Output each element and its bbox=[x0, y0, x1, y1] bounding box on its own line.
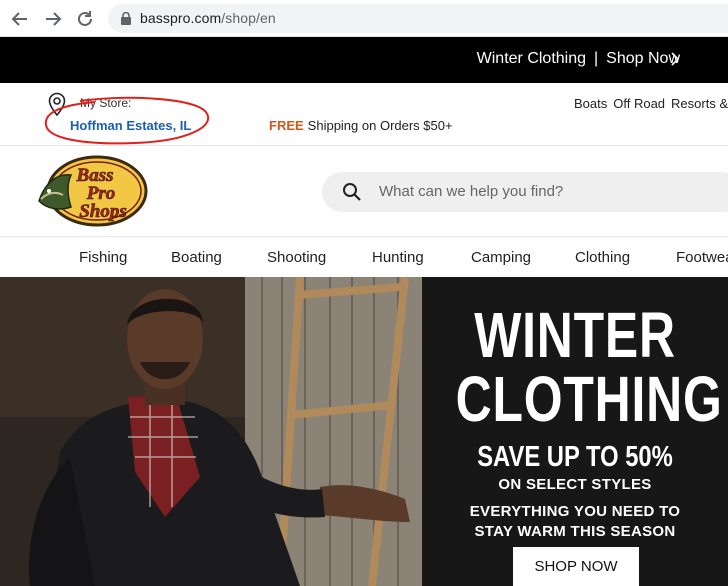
utility-bar: My Store: Hoffman Estates, IL FREE Shippi… bbox=[0, 83, 728, 146]
hero-discount: SAVE UP TO 50% bbox=[477, 441, 673, 473]
nav-item-camping[interactable]: Camping bbox=[471, 249, 531, 266]
top-links: Boats Off Road Resorts & bbox=[574, 96, 728, 111]
free-label: FREE bbox=[269, 118, 304, 133]
hero-text-panel: WINTER CLOTHING SAVE UP TO 50% ON SELECT… bbox=[422, 277, 728, 586]
nav-item-fishing[interactable]: Fishing bbox=[79, 249, 127, 266]
url-path: /shop/en bbox=[221, 10, 276, 26]
reload-button[interactable] bbox=[74, 8, 96, 30]
hero-headline-line1: WINTER bbox=[474, 299, 676, 371]
forward-button[interactable] bbox=[42, 8, 64, 30]
promo-text: Winter Clothing | Shop Now bbox=[477, 50, 680, 68]
search-icon[interactable] bbox=[342, 182, 362, 202]
url-domain: basspro.com bbox=[140, 10, 222, 26]
url-text: basspro.com/shop/en bbox=[140, 10, 276, 26]
promo-title[interactable]: Winter Clothing bbox=[477, 50, 586, 67]
nav-item-clothing[interactable]: Clothing bbox=[575, 249, 630, 266]
search-bar[interactable]: What can we help you find? bbox=[322, 172, 728, 212]
category-nav: Fishing Boating Shooting Hunting Camping… bbox=[0, 238, 728, 277]
hero-subtext-line2: STAY WARM THIS SEASON bbox=[474, 523, 676, 540]
search-input[interactable]: What can we help you find? bbox=[379, 183, 563, 200]
shipping-text: Shipping on Orders $50+ bbox=[307, 118, 453, 133]
reload-icon bbox=[78, 11, 92, 26]
top-link-boats[interactable]: Boats bbox=[574, 96, 607, 111]
nav-item-shooting[interactable]: Shooting bbox=[267, 249, 326, 266]
shop-now-button[interactable]: SHOP NOW bbox=[513, 547, 639, 586]
top-link-resorts[interactable]: Resorts & bbox=[671, 96, 728, 111]
page: basspro.com/shop/en Winter Clothing | Shop… bbox=[0, 0, 728, 586]
nav-item-footwear[interactable]: Footwea bbox=[676, 249, 728, 266]
bass-pro-shops-logo[interactable]: Bass Pro Shops bbox=[37, 153, 149, 229]
chevron-right-icon[interactable] bbox=[670, 51, 680, 67]
header-main: Bass Pro Shops What can we help you find… bbox=[0, 147, 728, 237]
promo-shop-now-link[interactable]: Shop Now bbox=[606, 50, 680, 67]
back-button[interactable] bbox=[9, 8, 31, 30]
promo-separator: | bbox=[594, 50, 599, 67]
nav-item-hunting[interactable]: Hunting bbox=[372, 249, 424, 266]
annotation-circle bbox=[44, 96, 210, 145]
browser-toolbar: basspro.com/shop/en bbox=[0, 0, 728, 37]
hero-subtext-line1: EVERYTHING YOU NEED TO bbox=[469, 503, 681, 520]
hero-select-styles: ON SELECT STYLES bbox=[498, 476, 652, 493]
address-bar[interactable]: basspro.com/shop/en bbox=[108, 4, 728, 33]
logo-shops: Shops bbox=[79, 201, 127, 222]
arrow-left-icon bbox=[11, 12, 27, 26]
lock-icon bbox=[121, 12, 131, 25]
shipping-promo: FREE Shipping on Orders $50+ bbox=[269, 118, 453, 133]
nav-item-boating[interactable]: Boating bbox=[171, 249, 222, 266]
hero-banner[interactable]: WINTER CLOTHING SAVE UP TO 50% ON SELECT… bbox=[0, 277, 728, 586]
promo-banner: Winter Clothing | Shop Now bbox=[0, 37, 728, 83]
hero-headline-line2: CLOTHING bbox=[455, 363, 723, 435]
top-link-off-road[interactable]: Off Road bbox=[613, 96, 665, 111]
hero-photo bbox=[0, 277, 422, 586]
arrow-right-icon bbox=[46, 12, 62, 26]
